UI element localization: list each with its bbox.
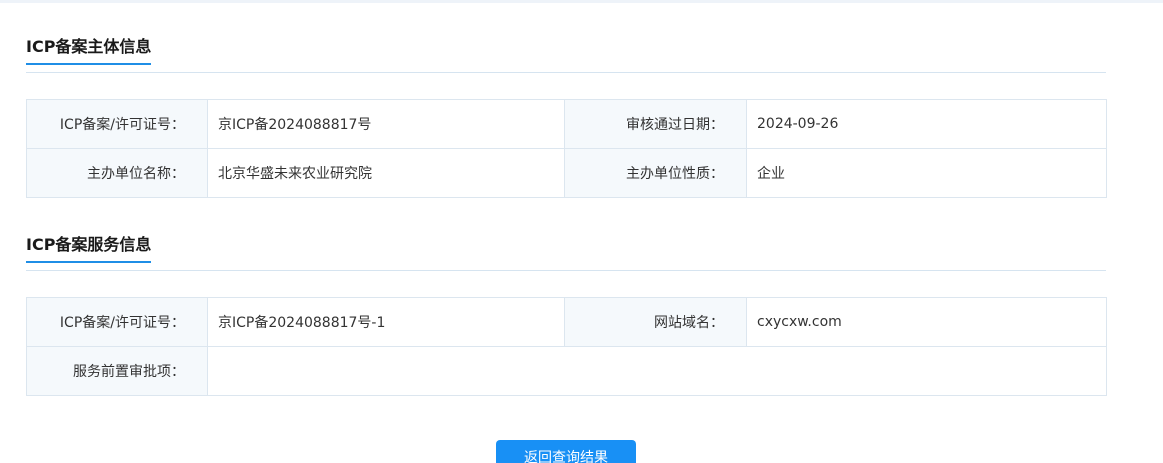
subject-info-table: ICP备案/许可证号： 京ICP备2024088817号 审核通过日期： 202… [26,99,1107,198]
organizer-type-label: 主办单位性质： [564,148,747,198]
service-license-number-label: ICP备案/许可证号： [26,297,208,347]
back-to-results-button[interactable]: 返回查询结果 [496,440,636,463]
service-info-table: ICP备案/许可证号： 京ICP备2024088817号-1 网站域名： cxy… [26,297,1107,396]
website-domain-label: 网站域名： [564,297,747,347]
organizer-name-value: 北京华盛未来农业研究院 [207,148,565,198]
table-row: ICP备案/许可证号： 京ICP备2024088817号 审核通过日期： 202… [26,99,1107,149]
service-license-number-value: 京ICP备2024088817号-1 [207,297,565,347]
license-number-label: ICP备案/许可证号： [26,99,208,149]
subject-section-title: ICP备案主体信息 [26,37,152,65]
website-domain-value: cxycxw.com [746,297,1107,347]
approval-date-value: 2024-09-26 [746,99,1107,149]
organizer-name-label: 主办单位名称： [26,148,208,198]
organizer-type-value: 企业 [746,148,1107,198]
service-section-title: ICP备案服务信息 [26,235,152,263]
subject-section-divider [26,72,1106,73]
approval-date-label: 审核通过日期： [564,99,747,149]
service-section-divider [26,270,1106,271]
table-row: 服务前置审批项： [26,346,1107,396]
license-number-value: 京ICP备2024088817号 [207,99,565,149]
table-row: ICP备案/许可证号： 京ICP备2024088817号-1 网站域名： cxy… [26,297,1107,347]
top-strip [0,0,1163,3]
table-row: 主办单位名称： 北京华盛未来农业研究院 主办单位性质： 企业 [26,148,1107,198]
pre-approval-value [207,346,1107,396]
icp-detail-page: ICP备案主体信息 ICP备案/许可证号： 京ICP备2024088817号 审… [0,0,1163,463]
pre-approval-label: 服务前置审批项： [26,346,208,396]
